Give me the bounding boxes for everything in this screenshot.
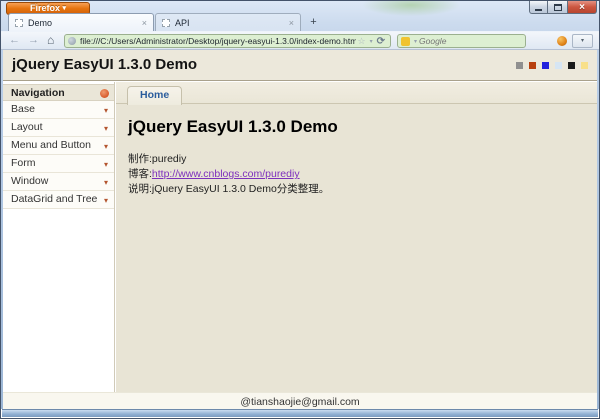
window-frame-bottom	[2, 409, 598, 417]
content-tabstrip: Home	[116, 82, 597, 105]
refresh-icon[interactable]: ⟳	[377, 36, 385, 47]
chevron-down-icon: ▾	[103, 196, 108, 205]
tab-home[interactable]: Home	[127, 86, 183, 105]
window-frame-left	[1, 50, 3, 409]
tab-demo[interactable]: Demo ×	[8, 13, 154, 31]
description-line: 说明:jQuery EasyUI 1.3.0 Demo分类整理。	[128, 182, 597, 197]
home-icon[interactable]: ⌂	[47, 33, 54, 47]
window-frame-right	[597, 50, 599, 409]
author-value: purediy	[151, 153, 187, 165]
sidebar-item-menu-and-button[interactable]: Menu and Button ▾	[3, 137, 114, 155]
minimize-icon	[535, 8, 542, 11]
close-window-button[interactable]: ×	[567, 1, 597, 14]
description-label: 说明:	[128, 183, 152, 195]
theme-swatch-lightblue[interactable]	[555, 62, 562, 69]
theme-swatch-yellow[interactable]	[581, 62, 588, 69]
firebug-icon[interactable]	[557, 36, 567, 46]
page-body: Navigation Base ▾ Layout ▾ Menu and Butt…	[2, 82, 598, 392]
search-engine-dropdown-icon[interactable]: ▾	[414, 38, 417, 45]
window-controls: ×	[529, 1, 597, 14]
chevron-down-icon: ▾	[103, 160, 108, 169]
theme-swatch-gray[interactable]	[516, 62, 523, 69]
author-line: 制作:purediy	[128, 152, 597, 167]
address-bar[interactable]: ☆ ▾ ⟳	[64, 34, 391, 48]
theme-switcher	[516, 62, 588, 69]
footer-email: @tianshaojie@gmail.com	[240, 396, 360, 408]
sidebar-item-form[interactable]: Form ▾	[3, 155, 114, 173]
sidebar-item-label: Base	[11, 103, 35, 115]
theme-swatch-black[interactable]	[568, 62, 575, 69]
tab-close-icon[interactable]: ×	[142, 18, 147, 28]
navigation-sidebar: Navigation Base ▾ Layout ▾ Menu and Butt…	[3, 82, 115, 392]
navigation-panel-header: Navigation	[3, 84, 114, 101]
home-panel: jQuery EasyUI 1.3.0 Demo 制作:purediy 博客:h…	[116, 104, 597, 197]
browser-chrome: Firefox ▾ × Demo × API × + ← → ⌂ ☆ ▾ ⟳	[1, 1, 599, 50]
page-title: jQuery EasyUI 1.3.0 Demo	[12, 56, 198, 73]
maximize-button[interactable]	[548, 1, 567, 14]
close-icon: ×	[579, 1, 585, 13]
search-bar[interactable]: ▾	[397, 34, 526, 48]
minimize-button[interactable]	[529, 1, 548, 14]
sidebar-item-label: Layout	[11, 121, 43, 133]
theme-swatch-rust[interactable]	[529, 62, 536, 69]
toolbar-overflow-button[interactable]: ▾	[572, 34, 593, 48]
sidebar-item-label: Menu and Button	[11, 139, 91, 151]
url-input[interactable]	[80, 35, 356, 47]
url-dropdown-icon[interactable]: ▾	[370, 38, 373, 45]
sidebar-item-datagrid-and-tree[interactable]: DataGrid and Tree ▾	[3, 191, 114, 209]
blog-link[interactable]: http://www.cnblogs.com/purediy	[152, 168, 300, 180]
site-identity-icon	[68, 37, 76, 45]
tab-favicon-icon	[162, 18, 170, 27]
tab-close-icon[interactable]: ×	[289, 18, 294, 28]
content-heading: jQuery EasyUI 1.3.0 Demo	[128, 117, 338, 136]
description-value: jQuery EasyUI 1.3.0 Demo分类整理。	[151, 183, 330, 195]
tab-title: Demo	[28, 17, 53, 28]
maximize-icon	[553, 3, 562, 11]
tab-title: API	[175, 17, 190, 28]
author-label: 制作:	[128, 153, 152, 165]
google-logo-icon	[401, 36, 410, 46]
search-input[interactable]	[419, 35, 525, 47]
chevron-down-icon: ▾	[103, 142, 108, 151]
main-content: Home jQuery EasyUI 1.3.0 Demo 制作:purediy…	[116, 82, 597, 392]
tab-api[interactable]: API ×	[155, 13, 301, 31]
firefox-menu-label: Firefox	[29, 3, 60, 13]
browser-window: Firefox ▾ × Demo × API × + ← → ⌂ ☆ ▾ ⟳	[0, 0, 600, 419]
navigation-panel-title: Navigation	[11, 87, 65, 99]
chevron-down-icon: ▾	[62, 5, 67, 12]
back-icon[interactable]: ←	[9, 34, 20, 46]
blog-line: 博客:http://www.cnblogs.com/purediy	[128, 167, 597, 182]
theme-swatch-blue[interactable]	[542, 62, 549, 69]
sidebar-item-layout[interactable]: Layout ▾	[3, 119, 114, 137]
chevron-down-icon: ▾	[103, 124, 108, 133]
chevron-down-icon: ▾	[103, 178, 108, 187]
page-header: jQuery EasyUI 1.3.0 Demo	[2, 50, 598, 81]
panel-collapse-icon[interactable]	[100, 89, 109, 98]
blog-label: 博客:	[128, 168, 152, 180]
new-tab-button[interactable]: +	[304, 15, 323, 31]
sidebar-item-label: Form	[11, 157, 36, 169]
bookmark-star-icon[interactable]: ☆	[358, 36, 366, 47]
chevron-down-icon: ▾	[103, 106, 108, 115]
sidebar-item-window[interactable]: Window ▾	[3, 173, 114, 191]
forward-icon[interactable]: →	[28, 34, 39, 46]
sidebar-item-base[interactable]: Base ▾	[3, 101, 114, 119]
sidebar-item-label: DataGrid and Tree	[11, 193, 98, 205]
tab-favicon-icon	[15, 18, 23, 27]
sidebar-item-label: Window	[11, 175, 49, 187]
